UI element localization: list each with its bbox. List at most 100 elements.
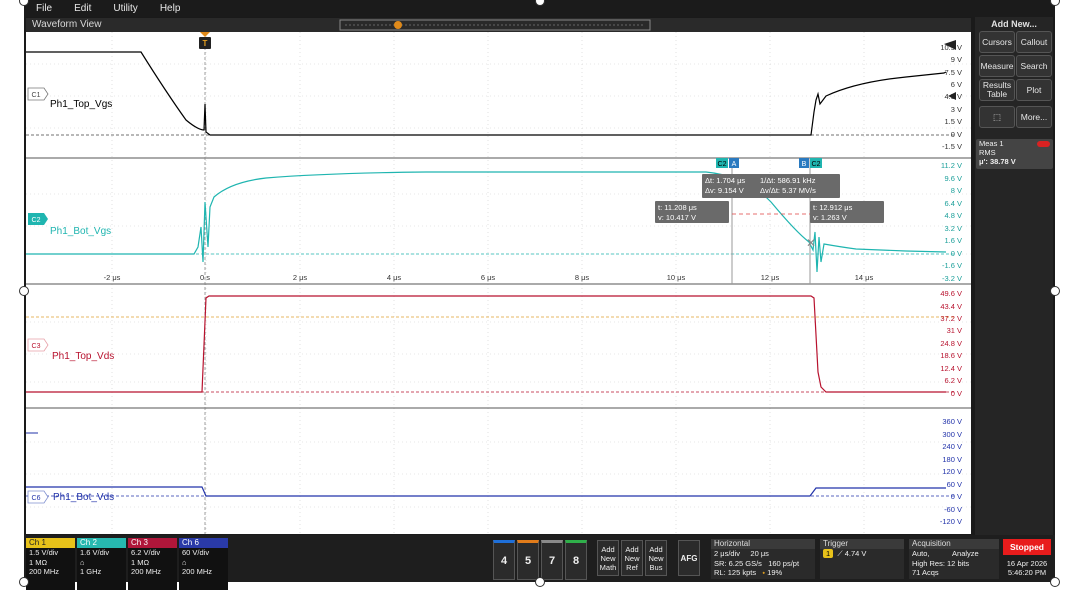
svg-text:-120 V: -120 V [940, 517, 962, 526]
channel-4-button[interactable]: 4 [493, 540, 515, 580]
svg-text:-1.6 V: -1.6 V [942, 261, 962, 270]
svg-text:C3: C3 [32, 343, 41, 350]
svg-text:0 s: 0 s [200, 273, 210, 282]
svg-text:8 V: 8 V [951, 186, 962, 195]
svg-text:12 μs: 12 μs [761, 273, 780, 282]
ch1-label: Ph1_Top_Vgs [50, 99, 112, 110]
search-button[interactable]: Search [1016, 55, 1052, 77]
svg-text:C6: C6 [32, 495, 41, 502]
svg-text:6.4 V: 6.4 V [944, 199, 962, 208]
svg-text:1.5 V: 1.5 V [944, 117, 962, 126]
plot-button[interactable]: Plot [1016, 79, 1052, 101]
svg-text:9.6 V: 9.6 V [944, 174, 962, 183]
date-time: 16 Apr 2026 5:46:20 PM [1006, 559, 1048, 577]
zoom-icon[interactable]: ⬚ [979, 106, 1015, 128]
ch6-scale: 360 V 300 V 240 V 180 V 120 V 60 V 0 V -60 V… [940, 417, 962, 526]
ch2-label: Ph1_Bot_Vgs [50, 226, 111, 237]
svg-text:24.8 V: 24.8 V [940, 339, 962, 348]
meas-badge[interactable]: Meas 1 RMS μ': 38.78 V [976, 139, 1053, 169]
waveform-svg[interactable]: ✕ C2 A B C2 Δt: 1.704 μs 1/Δt: 586.91 kH… [26, 32, 971, 534]
cursor-b-tag[interactable]: B C2 [799, 158, 822, 168]
channel-7-button[interactable]: 7 [541, 540, 563, 580]
svg-text:240 V: 240 V [942, 442, 962, 451]
svg-text:11.2 V: 11.2 V [941, 161, 962, 170]
ch1-tag[interactable]: C1 [27, 87, 49, 101]
svg-text:60 V: 60 V [947, 480, 962, 489]
svg-text:C2: C2 [812, 161, 821, 168]
ch1-waveform[interactable] [26, 51, 947, 136]
channel-5-button[interactable]: 5 [517, 540, 539, 580]
add-new-math-button[interactable]: Add New Math [597, 540, 619, 576]
cursor-b-readout: t: 12.912 μs v: 1.263 V [810, 201, 884, 223]
ch3-waveform[interactable] [26, 295, 946, 393]
svg-text:7.5 V: 7.5 V [944, 68, 962, 77]
trigger-source: 1 [823, 549, 834, 558]
svg-text:t: 11.208 μs: t: 11.208 μs [658, 203, 697, 212]
svg-text:120 V: 120 V [942, 467, 962, 476]
svg-text:Δt: 1.704 μs: Δt: 1.704 μs [705, 176, 745, 185]
svg-text:3 V: 3 V [951, 105, 962, 114]
more-button[interactable]: More... [1016, 106, 1052, 128]
measure-button[interactable]: Measure [979, 55, 1015, 77]
channel-8-button[interactable]: 8 [565, 540, 587, 580]
resize-handle[interactable] [19, 577, 29, 587]
svg-text:0 V: 0 V [951, 389, 962, 398]
cursors-button[interactable]: Cursors [979, 31, 1015, 53]
meas-close-icon[interactable] [1037, 141, 1050, 147]
ch6-label: Ph1_Bot_Vds [53, 492, 114, 503]
svg-text:8 μs: 8 μs [575, 273, 590, 282]
time-axis-labels: -2 μs 0 s 2 μs 4 μs 6 μs 8 μs 10 μs 12 μs 14… [104, 273, 874, 282]
ch3-label: Ph1_Top_Vds [52, 351, 114, 362]
svg-text:49.6 V: 49.6 V [940, 289, 962, 298]
svg-text:4.8 V: 4.8 V [944, 211, 962, 220]
ch6-tag[interactable]: C6 [27, 490, 49, 504]
svg-text:C2: C2 [718, 161, 727, 168]
svg-text:180 V: 180 V [942, 455, 962, 464]
svg-text:360 V: 360 V [942, 417, 962, 426]
cursor-a-tag[interactable]: C2 A [716, 158, 739, 168]
add-new-ref-button[interactable]: Add New Ref [621, 540, 643, 576]
trigger-marker[interactable]: T [199, 32, 211, 49]
resize-handle[interactable] [535, 577, 545, 587]
svg-text:1.6 V: 1.6 V [944, 236, 962, 245]
svg-text:-60 V: -60 V [944, 505, 962, 514]
ch1-badge[interactable]: Ch 1 1.5 V/div 1 MΩ 200 MHz [26, 538, 75, 590]
callout-button[interactable]: Callout [1016, 31, 1052, 53]
svg-text:6.2 V: 6.2 V [944, 376, 962, 385]
svg-text:18.6 V: 18.6 V [940, 351, 962, 360]
resize-handle[interactable] [1050, 577, 1060, 587]
run-stop-status[interactable]: Stopped [1003, 539, 1051, 555]
record-position-icon[interactable] [394, 21, 402, 29]
svg-text:31 V: 31 V [947, 326, 962, 335]
add-new-bus-button[interactable]: Add New Bus [645, 540, 667, 576]
resize-handle[interactable] [1050, 286, 1060, 296]
meas-type: RMS [979, 148, 996, 157]
svg-text:6 V: 6 V [951, 80, 962, 89]
horizontal-badge[interactable]: Horizontal 2 μs/div 20 μs SR: 6.25 GS/s … [711, 539, 815, 579]
ch3-scale: 49.6 V 43.4 V 37.2 V 31 V 24.8 V 18.6 V 12.… [940, 289, 962, 398]
svg-text:0 V: 0 V [951, 130, 962, 139]
svg-text:0 V: 0 V [951, 492, 962, 501]
svg-text:14 μs: 14 μs [855, 273, 874, 282]
afg-button[interactable]: AFG [678, 540, 700, 576]
ch6-badge[interactable]: Ch 6 60 V/div ⌂ 200 MHz [179, 538, 228, 590]
svg-text:t: 12.912 μs: t: 12.912 μs [813, 203, 853, 212]
waveform-area[interactable]: ✕ C2 A B C2 Δt: 1.704 μs 1/Δt: 586.91 kH… [26, 32, 971, 534]
svg-text:3.2 V: 3.2 V [944, 224, 962, 233]
acquisition-badge[interactable]: Acquisition Auto, Analyze High Res: 12 b… [909, 539, 999, 579]
svg-text:Δv/Δt: 5.37 MV/s: Δv/Δt: 5.37 MV/s [760, 186, 816, 195]
svg-text:0 V: 0 V [951, 249, 962, 258]
resize-handle[interactable] [19, 286, 29, 296]
svg-text:v: 1.263 V: v: 1.263 V [813, 213, 847, 222]
ch6-waveform[interactable] [26, 486, 946, 497]
ch3-badge[interactable]: Ch 3 6.2 V/div 1 MΩ 200 MHz [128, 538, 177, 590]
svg-text:2 μs: 2 μs [293, 273, 308, 282]
trigger-badge[interactable]: Trigger 1 ⟋ 4.74 V [820, 539, 904, 579]
cursor-a-readout: t: 11.208 μs v: 10.417 V [655, 201, 729, 223]
results-table-button[interactable]: Results Table [979, 79, 1015, 101]
ch2-tag[interactable]: C2 [28, 213, 48, 225]
cursor-b-cross-icon: ✕ [806, 236, 816, 250]
ch3-tag[interactable]: C3 [27, 338, 49, 352]
svg-text:300 V: 300 V [942, 430, 962, 439]
ch2-badge[interactable]: Ch 2 1.6 V/div ⌂ 1 GHz [77, 538, 126, 590]
